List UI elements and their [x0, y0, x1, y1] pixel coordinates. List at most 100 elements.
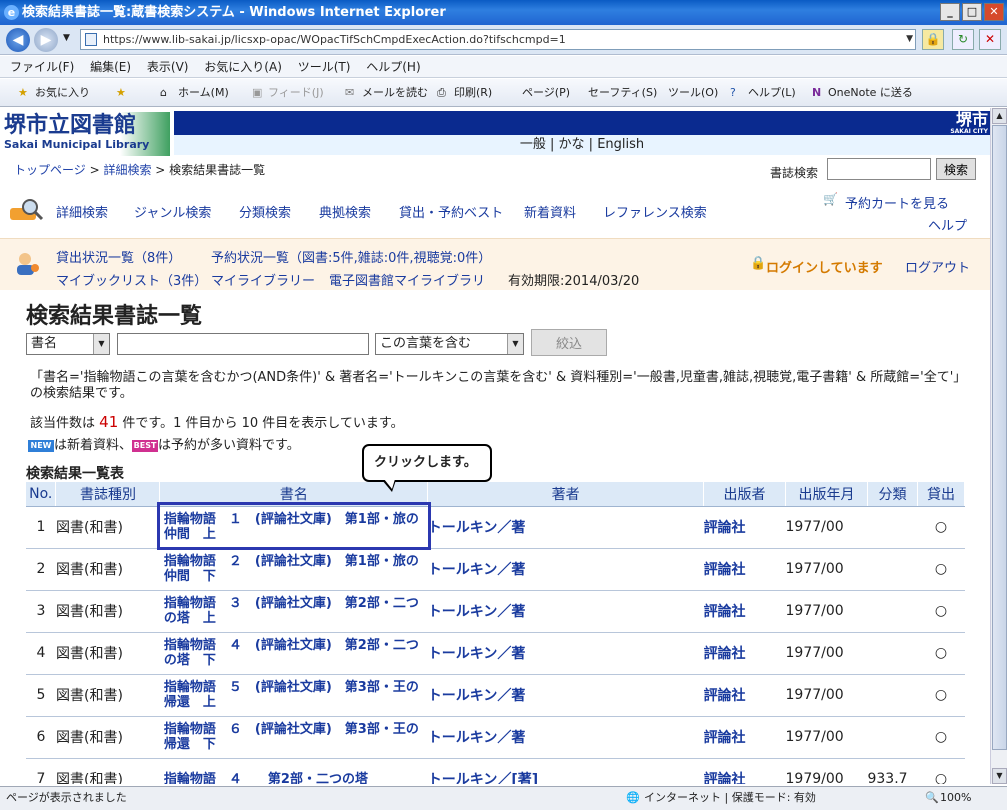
- home-button[interactable]: ホーム(M): [178, 79, 229, 107]
- nav-class-search[interactable]: 分類検索: [239, 202, 291, 221]
- menu-help[interactable]: ヘルプ(H): [366, 60, 420, 74]
- menu-file[interactable]: ファイル(F): [10, 60, 74, 74]
- lang-kana[interactable]: かな: [559, 137, 585, 152]
- lock-status-icon: 🔒: [750, 256, 767, 271]
- help-menu[interactable]: ヘルプ(L): [748, 79, 796, 107]
- book-title-link[interactable]: 指輪物語 ３ (評論社文庫) 第2部・二つの塔 上: [159, 590, 428, 633]
- tools-menu[interactable]: ツール(O): [668, 79, 718, 107]
- chevron-down-icon: ▼: [93, 334, 109, 354]
- publisher-link[interactable]: 評論社: [703, 548, 786, 591]
- booklist-link[interactable]: マイブックリスト（3件）: [56, 270, 207, 289]
- publisher-link[interactable]: 評論社: [703, 632, 786, 675]
- match-select[interactable]: この言葉を含む ▼: [375, 333, 524, 355]
- filter-button[interactable]: 絞込: [531, 329, 607, 356]
- expiry-date: 有効期限:2014/03/20: [508, 274, 640, 289]
- lending-status-link[interactable]: 貸出状況一覧（8件）: [56, 247, 181, 266]
- language-bar: 一般 | かな | English: [174, 135, 990, 155]
- author-link[interactable]: トールキン／著: [427, 548, 704, 591]
- stop-icon[interactable]: ✕: [979, 29, 1001, 50]
- window-title: 検索結果書誌一覧:蔵書検索システム - Windows Internet Exp…: [22, 5, 446, 20]
- scroll-thumb[interactable]: [992, 125, 1007, 750]
- forward-icon[interactable]: ▶: [34, 28, 58, 52]
- page-icon: [85, 33, 97, 46]
- reserve-status-link[interactable]: 予約状況一覧（図書:5件,雑誌:0件,視聴覚:0件）: [211, 247, 491, 266]
- header-publisher: 出版者: [703, 482, 786, 507]
- ie-icon: e: [4, 5, 19, 20]
- history-dropdown-icon[interactable]: ▼: [63, 33, 70, 43]
- nav-authority-search[interactable]: 典拠検索: [319, 202, 371, 221]
- book-title-link[interactable]: 指輪物語 ６ (評論社文庫) 第3部・王の帰還 下: [159, 716, 428, 759]
- menu-view[interactable]: 表示(V): [147, 60, 189, 74]
- mylibrary-link[interactable]: マイライブラリー: [211, 270, 315, 289]
- table-row: 5 図書(和書) 指輪物語 ５ (評論社文庫) 第3部・王の帰還 上トールキン／著…: [26, 674, 965, 717]
- url-field[interactable]: https://www.lib-sakai.jp/licsxp-opac/WOp…: [80, 29, 916, 50]
- scroll-down-icon[interactable]: ▼: [992, 768, 1007, 784]
- mail-icon: ✉: [345, 86, 355, 99]
- status-text: ページが表示されました: [6, 791, 127, 804]
- header-lending: 貸出: [917, 482, 966, 507]
- publisher-link[interactable]: 評論社: [703, 506, 786, 549]
- minimize-button[interactable]: _: [940, 3, 960, 21]
- author-link[interactable]: トールキン／著: [427, 674, 704, 717]
- book-title-link[interactable]: 指輪物語 ４ (評論社文庫) 第2部・二つの塔 下: [159, 632, 428, 675]
- menu-edit[interactable]: 編集(E): [90, 60, 131, 74]
- zoom-icon: 🔍: [925, 791, 939, 804]
- publisher-link[interactable]: 評論社: [703, 674, 786, 717]
- nav-new[interactable]: 新着資料: [524, 202, 576, 221]
- menu-favorites[interactable]: お気に入り(A): [204, 60, 282, 74]
- feed-icon: ▣: [252, 86, 263, 99]
- author-link[interactable]: トールキン／著: [427, 632, 704, 675]
- page-menu[interactable]: ページ(P): [522, 79, 570, 107]
- logout-link[interactable]: ログアウト: [905, 257, 970, 276]
- add-favorite-icon[interactable]: ★: [116, 79, 126, 107]
- ebook-mylibrary-link[interactable]: 電子図書館マイライブラリ: [329, 270, 485, 289]
- author-link[interactable]: トールキン／著: [427, 716, 704, 759]
- nav-reference[interactable]: レファレンス検索: [603, 202, 707, 221]
- scroll-up-icon[interactable]: ▲: [992, 108, 1007, 124]
- bib-search-button[interactable]: 検索: [936, 158, 976, 180]
- publisher-link[interactable]: 評論社: [703, 716, 786, 759]
- author-link[interactable]: トールキン／著: [427, 506, 704, 549]
- field-select[interactable]: 書名 ▼: [26, 333, 110, 355]
- reserve-cart-link[interactable]: 予約カートを見る: [845, 193, 949, 212]
- nav-best[interactable]: 貸出・予約ベスト: [399, 202, 503, 221]
- vertical-scrollbar[interactable]: ▲ ▼: [990, 108, 1007, 784]
- page-content: 堺市立図書館 Sakai Municipal Library 堺市 SAKAI …: [0, 108, 990, 784]
- lang-general[interactable]: 一般: [520, 137, 546, 152]
- book-title-link[interactable]: 指輪物語 ２ (評論社文庫) 第1部・旅の仲間 下: [159, 548, 428, 591]
- login-status: ログインしています: [766, 261, 883, 276]
- breadcrumb-detail[interactable]: 詳細検索: [103, 163, 151, 177]
- publisher-link[interactable]: 評論社: [703, 590, 786, 633]
- refresh-icon[interactable]: ↻: [952, 29, 974, 50]
- table-title: 検索結果一覧表: [26, 466, 124, 482]
- safety-menu[interactable]: セーフティ(S): [588, 79, 657, 107]
- book-title-link[interactable]: 指輪物語 ４ 第2部・二つの塔: [159, 758, 428, 784]
- library-logo[interactable]: 堺市立図書館 Sakai Municipal Library: [4, 112, 170, 156]
- zoom-level[interactable]: 100%: [940, 787, 971, 809]
- menu-tools[interactable]: ツール(T): [298, 60, 351, 74]
- search-condition: 「書名='指輪物語この言葉を含むかつ(AND条件)' & 著者名='トールキンこ…: [30, 370, 967, 401]
- onenote-button[interactable]: OneNote に送る: [828, 79, 913, 107]
- author-link[interactable]: トールキン／著: [427, 590, 704, 633]
- breadcrumb-top[interactable]: トップページ: [14, 163, 86, 177]
- keyword-input[interactable]: [117, 333, 369, 355]
- hit-count: 41: [99, 413, 119, 431]
- bib-search-input[interactable]: [827, 158, 931, 180]
- close-button[interactable]: ✕: [984, 3, 1004, 21]
- lang-english[interactable]: English: [597, 137, 644, 152]
- table-row: 3 図書(和書) 指輪物語 ３ (評論社文庫) 第2部・二つの塔 上トールキン／著…: [26, 590, 965, 633]
- lock-icon[interactable]: 🔒: [922, 29, 944, 50]
- back-icon[interactable]: ◀: [6, 28, 30, 52]
- favorites-button[interactable]: お気に入り: [35, 79, 90, 107]
- help-link[interactable]: ヘルプ: [928, 215, 967, 234]
- url-dropdown-icon[interactable]: ▼: [906, 30, 913, 49]
- mail-button[interactable]: メールを読む: [362, 79, 428, 107]
- print-button[interactable]: 印刷(R): [454, 79, 492, 107]
- maximize-button[interactable]: □: [962, 3, 982, 21]
- publisher-link[interactable]: 評論社: [703, 758, 786, 784]
- book-title-link[interactable]: 指輪物語 ５ (評論社文庫) 第3部・王の帰還 上: [159, 674, 428, 717]
- feed-button[interactable]: フィード(J): [268, 79, 324, 107]
- nav-detail-search[interactable]: 詳細検索: [56, 202, 108, 221]
- author-link[interactable]: トールキン／[著]: [427, 758, 704, 784]
- nav-genre-search[interactable]: ジャンル検索: [134, 202, 211, 221]
